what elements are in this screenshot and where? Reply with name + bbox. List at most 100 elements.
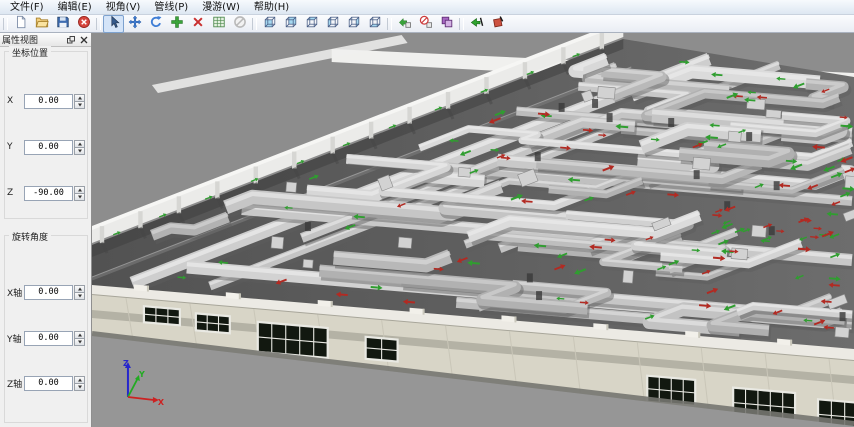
view-cube-bottom-button[interactable] bbox=[364, 15, 385, 33]
rot-y-row: Y轴 bbox=[7, 330, 85, 346]
view-cube-back-button[interactable] bbox=[280, 15, 301, 33]
toolbar-group-handle bbox=[387, 18, 392, 30]
new-file-icon bbox=[14, 14, 28, 33]
toolbar bbox=[0, 15, 854, 33]
group-rotation-angle: 旋转角度X轴Y轴Z轴 bbox=[4, 235, 88, 423]
close-file-icon bbox=[77, 14, 91, 33]
coord-z-input[interactable] bbox=[24, 186, 73, 201]
coord-x-input[interactable] bbox=[24, 94, 73, 109]
view-cube-front-button[interactable] bbox=[259, 15, 280, 33]
rot-z-input[interactable] bbox=[24, 376, 73, 391]
select-cursor-icon bbox=[107, 14, 121, 33]
coord-y-spin-down-button[interactable] bbox=[74, 148, 85, 155]
coord-z-spin-down-button[interactable] bbox=[74, 194, 85, 201]
view-cube-left-icon bbox=[326, 14, 340, 33]
view-cube-left-button[interactable] bbox=[322, 15, 343, 33]
app-window: 文件(F)编辑(E)视角(V)管线(P)漫游(W)帮助(H) 属性视图 坐标位置… bbox=[0, 0, 854, 427]
view-cube-front-icon bbox=[263, 14, 277, 33]
save-button[interactable] bbox=[52, 15, 73, 33]
menu-item-pipeline[interactable]: 管线(P) bbox=[147, 1, 195, 14]
float-panel-icon[interactable] bbox=[65, 35, 76, 45]
coord-x-label: X bbox=[7, 96, 24, 106]
svg-text:Z: Z bbox=[123, 359, 129, 368]
no-entry-icon bbox=[233, 14, 247, 33]
move-icon bbox=[128, 14, 142, 33]
layer-add-icon bbox=[398, 14, 412, 33]
select-cursor-button[interactable] bbox=[103, 15, 124, 33]
coord-z-label: Z bbox=[7, 188, 24, 198]
save-icon bbox=[56, 14, 70, 33]
toolbar-group-4 bbox=[466, 15, 508, 32]
layer-delete-button[interactable] bbox=[415, 15, 436, 33]
layer-delete-icon bbox=[419, 14, 433, 33]
rot-x-label: X轴 bbox=[7, 286, 24, 299]
view-cube-top-icon bbox=[305, 14, 319, 33]
layer-merge-button[interactable] bbox=[436, 15, 457, 33]
rot-x-spin-down-button[interactable] bbox=[74, 293, 85, 300]
new-file-button[interactable] bbox=[10, 15, 31, 33]
group-coordinate-position: 坐标位置XYZ bbox=[4, 51, 88, 219]
view-cube-top-button[interactable] bbox=[301, 15, 322, 33]
coord-x-spin-up-button[interactable] bbox=[74, 94, 85, 102]
view-cube-right-button[interactable] bbox=[343, 15, 364, 33]
no-entry-button[interactable] bbox=[229, 15, 250, 33]
main-area: 属性视图 坐标位置XYZ旋转角度X轴Y轴Z轴 ZYX bbox=[0, 33, 854, 427]
rot-z-spin-down-button[interactable] bbox=[74, 384, 85, 391]
move-button[interactable] bbox=[124, 15, 145, 33]
coord-y-row: Y bbox=[7, 139, 85, 155]
walkthrough-start-button[interactable] bbox=[466, 15, 487, 33]
rot-z-label: Z轴 bbox=[7, 377, 24, 390]
coord-z-spin-up-button[interactable] bbox=[74, 186, 85, 194]
scene-canvas: ZY X bbox=[92, 33, 854, 427]
rot-y-spin-up-button[interactable] bbox=[74, 331, 85, 339]
view-cube-back-icon bbox=[284, 14, 298, 33]
rotate-button[interactable] bbox=[145, 15, 166, 33]
close-panel-icon[interactable] bbox=[78, 35, 89, 45]
rot-x-row: X轴 bbox=[7, 284, 85, 300]
coord-z-row: Z bbox=[7, 185, 85, 201]
grid-button[interactable] bbox=[208, 15, 229, 33]
coord-x-spin-down-button[interactable] bbox=[74, 102, 85, 109]
rot-x-input[interactable] bbox=[24, 285, 73, 300]
rot-y-spin-down-button[interactable] bbox=[74, 339, 85, 346]
coord-x-row: X bbox=[7, 93, 85, 109]
menu-item-walkthrough[interactable]: 漫游(W) bbox=[195, 1, 247, 14]
rot-y-input[interactable] bbox=[24, 331, 73, 346]
svg-text:X: X bbox=[158, 398, 164, 407]
coord-y-input[interactable] bbox=[24, 140, 73, 155]
view-cube-bottom-icon bbox=[368, 14, 382, 33]
menu-bar: 文件(F)编辑(E)视角(V)管线(P)漫游(W)帮助(H) bbox=[0, 0, 854, 15]
toolbar-group-handle bbox=[252, 18, 257, 30]
panel-title: 属性视图 bbox=[2, 33, 65, 46]
menu-item-edit[interactable]: 编辑(E) bbox=[51, 1, 99, 14]
toolbar-group-1 bbox=[103, 15, 250, 32]
menu-item-help[interactable]: 帮助(H) bbox=[247, 1, 296, 14]
toolbar-group-2 bbox=[259, 15, 385, 32]
add-icon bbox=[170, 14, 184, 33]
walkthrough-start-icon bbox=[470, 14, 484, 33]
properties-panel: 属性视图 坐标位置XYZ旋转角度X轴Y轴Z轴 bbox=[0, 33, 92, 427]
layer-add-button[interactable] bbox=[394, 15, 415, 33]
toolbar-group-handle bbox=[3, 18, 8, 30]
menu-item-view[interactable]: 视角(V) bbox=[99, 1, 148, 14]
delete-button[interactable] bbox=[187, 15, 208, 33]
rot-x-spin-up-button[interactable] bbox=[74, 285, 85, 293]
walkthrough-stop-icon bbox=[491, 14, 505, 33]
open-folder-button[interactable] bbox=[31, 15, 52, 33]
menu-item-file[interactable]: 文件(F) bbox=[3, 1, 51, 14]
close-file-button[interactable] bbox=[73, 15, 94, 33]
group-title: 旋转角度 bbox=[9, 230, 51, 243]
rot-z-spin-up-button[interactable] bbox=[74, 376, 85, 384]
viewport-3d[interactable]: ZY X bbox=[92, 33, 854, 427]
rot-z-row: Z轴 bbox=[7, 375, 85, 391]
grid-icon bbox=[212, 14, 226, 33]
coord-y-label: Y bbox=[7, 142, 24, 152]
walkthrough-stop-button[interactable] bbox=[487, 15, 508, 33]
coord-y-spin-up-button[interactable] bbox=[74, 140, 85, 148]
toolbar-group-3 bbox=[394, 15, 457, 32]
svg-text:Y: Y bbox=[138, 370, 145, 379]
toolbar-group-handle bbox=[459, 18, 464, 30]
add-button[interactable] bbox=[166, 15, 187, 33]
toolbar-group-0 bbox=[10, 15, 94, 32]
toolbar-group-handle bbox=[96, 18, 101, 30]
